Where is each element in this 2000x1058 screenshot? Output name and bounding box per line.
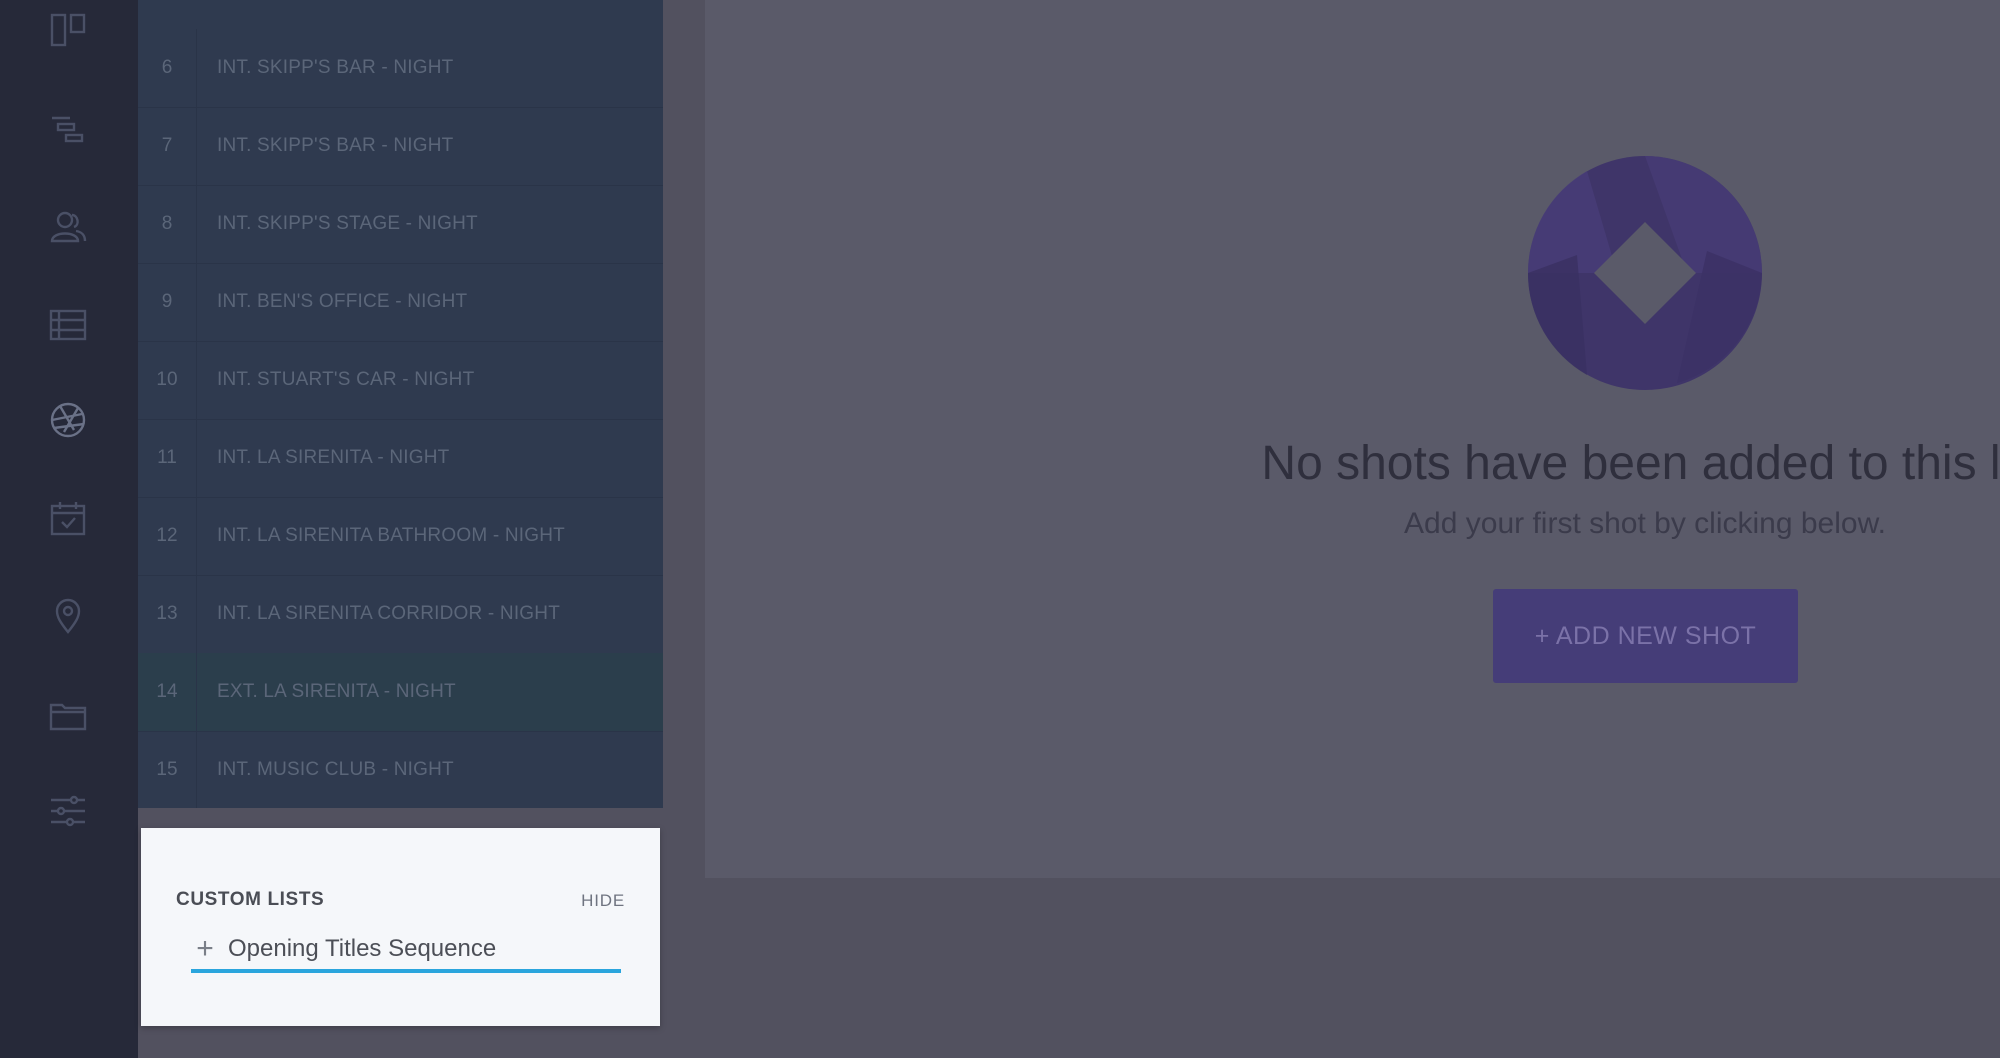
scene-title: INT. BEN'S OFFICE - NIGHT bbox=[217, 291, 468, 312]
scene-row[interactable]: 15 INT. MUSIC CLUB - NIGHT bbox=[138, 731, 663, 808]
scene-title: INT. STUART'S CAR - NIGHT bbox=[217, 369, 475, 390]
scene-number: 11 bbox=[138, 419, 197, 497]
scene-list: 6 INT. SKIPP'S BAR - NIGHT 7 INT. SKIPP'… bbox=[138, 0, 663, 808]
scene-number: 14 bbox=[138, 653, 197, 731]
custom-lists-title: CUSTOM LISTS bbox=[176, 889, 325, 910]
custom-lists-panel: CUSTOM LISTS HIDE + bbox=[141, 828, 660, 1026]
board-icon[interactable] bbox=[45, 6, 91, 52]
scene-title: EXT. LA SIRENITA - NIGHT bbox=[217, 681, 456, 702]
scene-title: INT. SKIPP'S BAR - NIGHT bbox=[217, 57, 454, 78]
scene-number: 6 bbox=[138, 29, 197, 107]
hide-button[interactable]: HIDE bbox=[581, 891, 625, 911]
scene-row[interactable]: 7 INT. SKIPP'S BAR - NIGHT bbox=[138, 107, 663, 186]
settings-sliders-icon[interactable] bbox=[45, 788, 91, 834]
new-list-input[interactable] bbox=[228, 935, 608, 963]
scene-title: INT. SKIPP'S BAR - NIGHT bbox=[217, 135, 454, 156]
scene-number: 9 bbox=[138, 263, 197, 341]
scene-title: INT. LA SIRENITA CORRIDOR - NIGHT bbox=[217, 603, 561, 624]
shotlist-aperture-icon[interactable] bbox=[45, 397, 91, 443]
scene-number: 7 bbox=[138, 107, 197, 185]
scene-title: INT. LA SIRENITA - NIGHT bbox=[217, 447, 450, 468]
scene-row[interactable]: 8 INT. SKIPP'S STAGE - NIGHT bbox=[138, 185, 663, 264]
scene-number: 8 bbox=[138, 185, 197, 263]
scene-title: INT. LA SIRENITA BATHROOM - NIGHT bbox=[217, 525, 565, 546]
brand-logo-icon bbox=[1527, 155, 1763, 391]
empty-state-subtitle: Add your first shot by clicking below. bbox=[1404, 507, 1886, 540]
scene-title: INT. MUSIC CLUB - NIGHT bbox=[217, 759, 454, 780]
scene-title: INT. SKIPP'S STAGE - NIGHT bbox=[217, 213, 478, 234]
icon-rail bbox=[0, 0, 138, 1058]
scene-row[interactable]: 12 INT. LA SIRENITA BATHROOM - NIGHT bbox=[138, 497, 663, 576]
plus-icon[interactable]: + bbox=[191, 934, 219, 964]
stripboard-icon[interactable] bbox=[45, 105, 91, 151]
location-pin-icon[interactable] bbox=[45, 593, 91, 639]
scene-number: 15 bbox=[138, 731, 197, 808]
empty-state-title: No shots have been added to this list bbox=[1261, 437, 2000, 490]
calendar-icon[interactable] bbox=[45, 496, 91, 542]
scene-row[interactable]: 13 INT. LA SIRENITA CORRIDOR - NIGHT bbox=[138, 575, 663, 654]
scene-row[interactable]: 9 INT. BEN'S OFFICE - NIGHT bbox=[138, 263, 663, 342]
cast-icon[interactable] bbox=[45, 204, 91, 250]
folder-icon[interactable] bbox=[45, 692, 91, 738]
scene-number: 13 bbox=[138, 575, 197, 653]
scene-row[interactable]: 11 INT. LA SIRENITA - NIGHT bbox=[138, 419, 663, 498]
scene-number: 12 bbox=[138, 497, 197, 575]
add-new-shot-button[interactable]: + ADD NEW SHOT bbox=[1493, 589, 1798, 683]
breakdown-icon[interactable] bbox=[45, 302, 91, 348]
scene-row[interactable]: 6 INT. SKIPP'S BAR - NIGHT bbox=[138, 29, 663, 108]
scene-number: 10 bbox=[138, 341, 197, 419]
shot-list-empty-state: No shots have been added to this list Ad… bbox=[705, 0, 2000, 878]
divider bbox=[663, 0, 705, 1058]
new-list-field: + bbox=[191, 929, 621, 973]
scene-row[interactable]: 14 EXT. LA SIRENITA - NIGHT bbox=[138, 653, 663, 732]
scene-row[interactable]: 10 INT. STUART'S CAR - NIGHT bbox=[138, 341, 663, 420]
